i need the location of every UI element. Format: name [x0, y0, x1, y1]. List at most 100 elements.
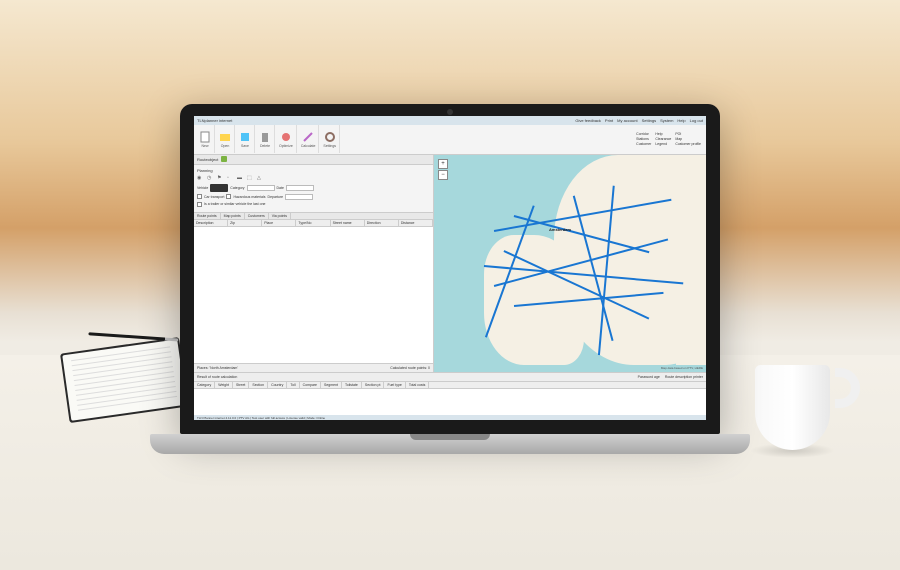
col-dir[interactable]: Direction [365, 220, 399, 226]
link-account[interactable]: My account [617, 118, 637, 123]
link-settings[interactable]: Settings [642, 118, 656, 123]
rlink-profile[interactable]: Customer profile [675, 142, 701, 146]
result-panel: Result of route calculation Password age… [194, 372, 706, 420]
col-street[interactable]: Street name [331, 220, 365, 226]
col-place[interactable]: Place [262, 220, 296, 226]
ribbon-delete[interactable]: Delete [256, 125, 275, 153]
hazmat-label: Hazardous materials [233, 195, 265, 199]
ribbon-right-links: Corridor Help POI Stations Clearance Map… [636, 132, 704, 146]
depart-input[interactable] [285, 194, 313, 200]
rlink-corridor[interactable]: Corridor [636, 132, 651, 136]
tab-viapoints[interactable]: Via points [269, 213, 291, 219]
flag-icon[interactable]: ⚑ [217, 175, 224, 182]
ribbon-optimize[interactable]: Optimize [276, 125, 297, 153]
ribbon-save[interactable]: Save [236, 125, 255, 153]
result-link1[interactable]: Password age [638, 375, 660, 379]
category-select[interactable] [247, 185, 275, 191]
col-desc[interactable]: Description [194, 220, 228, 226]
link-logout[interactable]: Log out [690, 118, 703, 123]
ribbon-settings[interactable]: Settings [320, 125, 340, 153]
route-grid[interactable] [194, 227, 433, 363]
depart-label: Departure [268, 195, 284, 199]
zoom-controls: + − [438, 159, 448, 181]
btab-3[interactable]: Section [249, 382, 268, 388]
box-icon[interactable]: ▫ [227, 175, 234, 182]
clock-icon[interactable]: ◷ [207, 175, 214, 182]
person-icon[interactable]: ◉ [197, 175, 204, 182]
laptop: TLNplanner internet Give feedback Print … [150, 104, 750, 524]
ribbon-settings-label: Settings [323, 144, 336, 148]
btab-8[interactable]: Toilstate [342, 382, 362, 388]
car-transport-label: Car transport [204, 195, 224, 199]
folder-icon [219, 131, 231, 143]
btab-9[interactable]: Section pt [362, 382, 385, 388]
ribbon-new[interactable]: New [196, 125, 215, 153]
rlink-help[interactable]: Help [655, 132, 671, 136]
btab-11[interactable]: Total costs [406, 382, 430, 388]
btab-1[interactable]: Weight [215, 382, 233, 388]
result-grid[interactable] [194, 389, 706, 415]
zoom-out-button[interactable]: − [438, 170, 448, 180]
btab-4[interactable]: Country [268, 382, 287, 388]
title-bar: TLNplanner internet Give feedback Print … [194, 116, 706, 125]
rlink-poi[interactable]: POI [675, 132, 701, 136]
result-header: Result of route calculation [197, 375, 237, 379]
lock-icon[interactable]: ⬚ [247, 175, 254, 182]
status-bar: TLN Planner internet 4.11.0.0 | PTV AG |… [194, 415, 706, 420]
tab-routepoints[interactable]: Route points [194, 213, 221, 219]
link-help[interactable]: Help [677, 118, 685, 123]
play-icon[interactable] [221, 156, 227, 162]
ribbon-open[interactable]: Open [216, 125, 235, 153]
mug-prop [755, 350, 845, 450]
save-icon [239, 131, 251, 143]
ribbon-toolbar: New Open Save Delete Optimize Calculate … [194, 125, 706, 155]
panel-footer: Places: 'North Amsterdam' Calculated rou… [194, 363, 433, 372]
btab-10[interactable]: Fuel type [384, 382, 405, 388]
app-title: TLNplanner internet [197, 118, 232, 123]
car-transport-checkbox[interactable] [197, 194, 202, 199]
zoom-in-button[interactable]: + [438, 159, 448, 169]
gear-icon [324, 131, 336, 143]
ribbon-save-label: Save [241, 144, 249, 148]
rlink-customer[interactable]: Customer [636, 142, 651, 146]
map-view[interactable]: + − [434, 155, 706, 372]
btab-0[interactable]: Category [194, 382, 215, 388]
tab-mappoints[interactable]: Map points [221, 213, 245, 219]
link-feedback[interactable]: Give feedback [575, 118, 601, 123]
rlink-map[interactable]: Map [675, 137, 701, 141]
col-type[interactable]: Type/No [296, 220, 330, 226]
map-attribution: Map data based on PTV, HERE [661, 366, 703, 370]
link-print[interactable]: Print [605, 118, 613, 123]
planning-section: Planning ◉ ◷ ⚑ ▫ ▬ ⬚ △ Vehi [194, 165, 433, 213]
col-dist[interactable]: Distance [399, 220, 433, 226]
date-input[interactable] [286, 185, 314, 191]
star-icon [280, 131, 292, 143]
trash-icon [259, 131, 271, 143]
route-panel: Routeobject Planning ◉ ◷ ⚑ ▫ ▬ ⬚ [194, 155, 434, 372]
trailer-checkbox[interactable] [197, 202, 202, 207]
trailer-label: Is a trailer or similar vehicle the last… [204, 202, 265, 206]
titlebar-links: Give feedback Print My account Settings … [575, 118, 703, 123]
result-link2[interactable]: Route description printer [665, 375, 703, 379]
footer-places: Places: 'North Amsterdam' [197, 366, 238, 370]
route-tabs: Route points Map points Customers Via po… [194, 213, 433, 220]
planning-label: Planning [197, 168, 430, 173]
city-amsterdam: Amsterdam [549, 227, 571, 232]
tab-customers[interactable]: Customers [245, 213, 269, 219]
warn-icon[interactable]: △ [257, 175, 264, 182]
ribbon-calculate[interactable]: Calculate [298, 125, 320, 153]
col-zip[interactable]: Zip [228, 220, 262, 226]
btab-6[interactable]: Compare [300, 382, 321, 388]
ribbon-calc-label: Calculate [301, 144, 316, 148]
rlink-legend[interactable]: Legend [655, 142, 671, 146]
vehicle-label: Vehicle [197, 186, 208, 190]
truck-icon[interactable]: ▬ [237, 175, 244, 182]
btab-7[interactable]: Segment [321, 382, 342, 388]
rlink-stations[interactable]: Stations [636, 137, 651, 141]
link-system[interactable]: System [660, 118, 673, 123]
hazmat-checkbox[interactable] [226, 194, 231, 199]
rlink-clearance[interactable]: Clearance [655, 137, 671, 141]
btab-5[interactable]: Toll [287, 382, 299, 388]
btab-2[interactable]: Street [233, 382, 249, 388]
ribbon-open-label: Open [221, 144, 230, 148]
